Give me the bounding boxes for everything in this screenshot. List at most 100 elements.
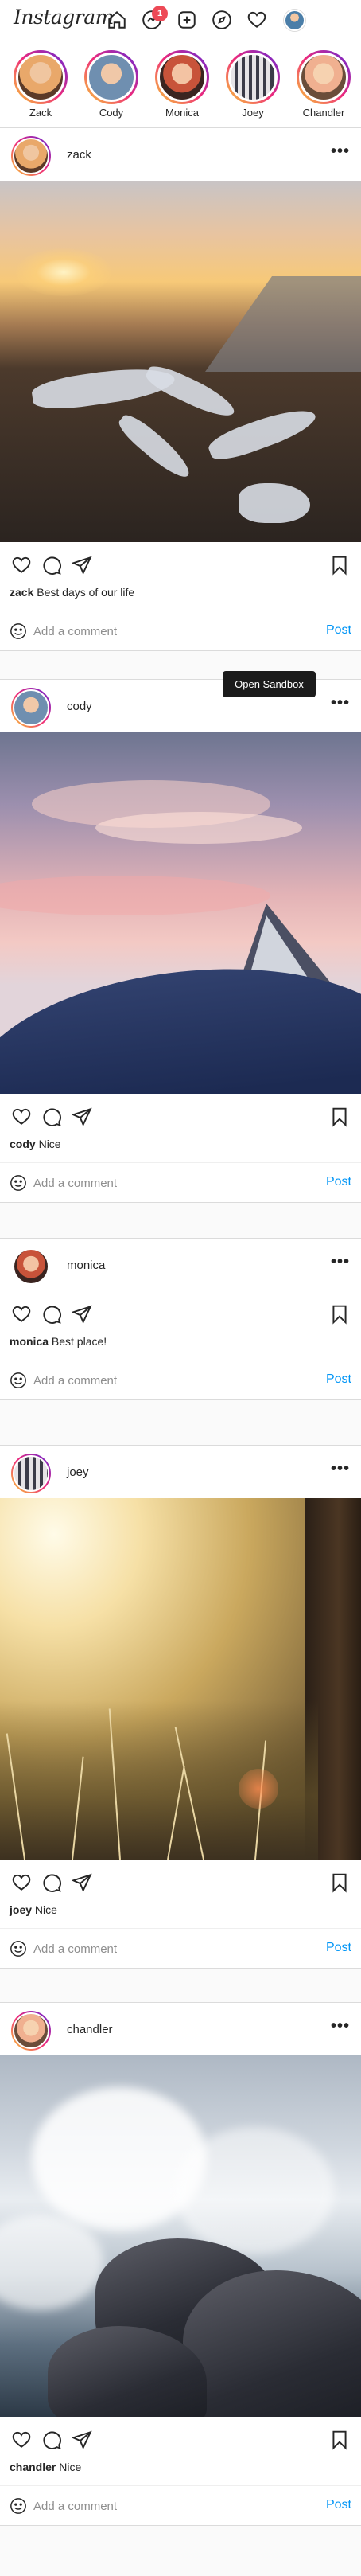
post-username[interactable]: zack (67, 148, 91, 162)
post-image[interactable] (0, 1498, 361, 1860)
share-icon[interactable] (72, 555, 92, 576)
avatar (87, 53, 136, 102)
post-username[interactable]: monica (67, 1259, 105, 1272)
comment-icon[interactable] (41, 2430, 62, 2450)
story-name: Cody (99, 107, 124, 119)
profile-avatar[interactable] (284, 10, 305, 31)
caption-username[interactable]: zack (10, 586, 33, 599)
story-chandler[interactable]: Chandler (291, 50, 356, 119)
post-username[interactable]: cody (67, 700, 92, 713)
bookmark-icon[interactable] (329, 555, 350, 576)
caption-username[interactable]: chandler (10, 2461, 56, 2473)
instagram-logo[interactable]: Instagram (14, 6, 114, 29)
caption-text: Best days of our life (37, 586, 135, 599)
post-chandler: chandler ••• chandler Nice Post (0, 2002, 361, 2526)
share-icon[interactable] (72, 1107, 92, 1127)
comment-box: Post (0, 1928, 361, 1968)
post-username[interactable]: chandler (67, 2023, 113, 2036)
comment-input[interactable] (33, 2497, 288, 2515)
share-icon[interactable] (72, 2430, 92, 2450)
like-icon[interactable] (11, 555, 32, 576)
top-nav: Instagram 1 (0, 0, 361, 41)
share-icon[interactable] (72, 1304, 92, 1325)
post-cody: cody ••• cody Nice Post (0, 679, 361, 1203)
caption-text: Best place! (51, 1335, 107, 1348)
like-icon[interactable] (11, 2430, 32, 2450)
comment-input[interactable] (33, 1372, 288, 1389)
avatar[interactable] (11, 2011, 51, 2051)
caption-username[interactable]: cody (10, 1138, 36, 1150)
more-options-icon[interactable]: ••• (331, 2017, 350, 2035)
comment-icon[interactable] (41, 1872, 62, 1893)
comment-box: Post (0, 2485, 361, 2525)
emoji-icon[interactable] (10, 1174, 27, 1192)
story-zack[interactable]: Zack (8, 50, 73, 119)
more-options-icon[interactable]: ••• (331, 1253, 350, 1271)
post-image[interactable] (0, 181, 361, 542)
comment-box: Post (0, 611, 361, 650)
bookmark-icon[interactable] (329, 1107, 350, 1127)
more-options-icon[interactable]: ••• (331, 694, 350, 712)
home-icon[interactable] (107, 10, 127, 30)
post-comment-button[interactable]: Post (326, 1175, 351, 1189)
story-joey[interactable]: Joey (220, 50, 285, 119)
caption-text: Nice (38, 1138, 61, 1150)
emoji-icon[interactable] (10, 1940, 27, 1957)
avatar[interactable] (11, 136, 51, 176)
post-comment-button[interactable]: Post (326, 1941, 351, 1955)
emoji-icon[interactable] (10, 623, 27, 640)
emoji-icon[interactable] (10, 2497, 27, 2515)
post-monica: monica ••• monica Best place! Post (0, 1238, 361, 1400)
heart-icon[interactable] (246, 10, 267, 30)
open-sandbox-tooltip[interactable]: Open Sandbox (223, 671, 316, 697)
like-icon[interactable] (11, 1872, 32, 1893)
comment-box: Post (0, 1360, 361, 1399)
story-monica[interactable]: Monica (149, 50, 215, 119)
post-joey: joey ••• joey Nice Post (0, 1445, 361, 1969)
avatar (157, 53, 207, 102)
emoji-icon[interactable] (10, 1372, 27, 1389)
post-comment-button[interactable]: Post (326, 623, 351, 638)
post-caption: cody Nice (0, 1137, 361, 1156)
story-cody[interactable]: Cody (79, 50, 144, 119)
post-image[interactable] (0, 2055, 361, 2417)
post-zack: zack ••• zack Best days of our life Post (0, 127, 361, 651)
post-comment-button[interactable]: Post (326, 1372, 351, 1387)
bookmark-icon[interactable] (329, 2430, 350, 2450)
post-username[interactable]: joey (67, 1466, 89, 1479)
comment-input[interactable] (33, 1174, 288, 1192)
comment-icon[interactable] (41, 1107, 62, 1127)
post-image[interactable] (0, 732, 361, 1094)
comment-box: Post (0, 1162, 361, 1202)
post-caption: joey Nice (0, 1903, 361, 1922)
post-caption: chandler Nice (0, 2460, 361, 2479)
explore-icon[interactable] (212, 10, 232, 30)
new-post-icon[interactable] (177, 10, 197, 30)
avatar[interactable] (11, 1247, 51, 1286)
caption-text: Nice (59, 2461, 82, 2473)
more-options-icon[interactable]: ••• (331, 1460, 350, 1478)
post-caption: monica Best place! (0, 1334, 361, 1353)
comment-icon[interactable] (41, 1304, 62, 1325)
comment-input[interactable] (33, 623, 288, 640)
story-name: Joey (242, 107, 264, 119)
caption-username[interactable]: joey (10, 1903, 32, 1916)
share-icon[interactable] (72, 1872, 92, 1893)
bookmark-icon[interactable] (329, 1304, 350, 1325)
avatar[interactable] (11, 688, 51, 728)
post-comment-button[interactable]: Post (326, 2498, 351, 2512)
more-options-icon[interactable]: ••• (331, 142, 350, 161)
comment-icon[interactable] (41, 555, 62, 576)
caption-text: Nice (34, 1903, 57, 1916)
comment-input[interactable] (33, 1940, 288, 1957)
like-icon[interactable] (11, 1107, 32, 1127)
avatar (299, 53, 348, 102)
story-name: Monica (165, 107, 199, 119)
bookmark-icon[interactable] (329, 1872, 350, 1893)
story-name: Zack (29, 107, 52, 119)
message-count-badge: 1 (152, 6, 168, 21)
avatar (16, 53, 65, 102)
caption-username[interactable]: monica (10, 1335, 49, 1348)
avatar[interactable] (11, 1454, 51, 1493)
like-icon[interactable] (11, 1304, 32, 1325)
